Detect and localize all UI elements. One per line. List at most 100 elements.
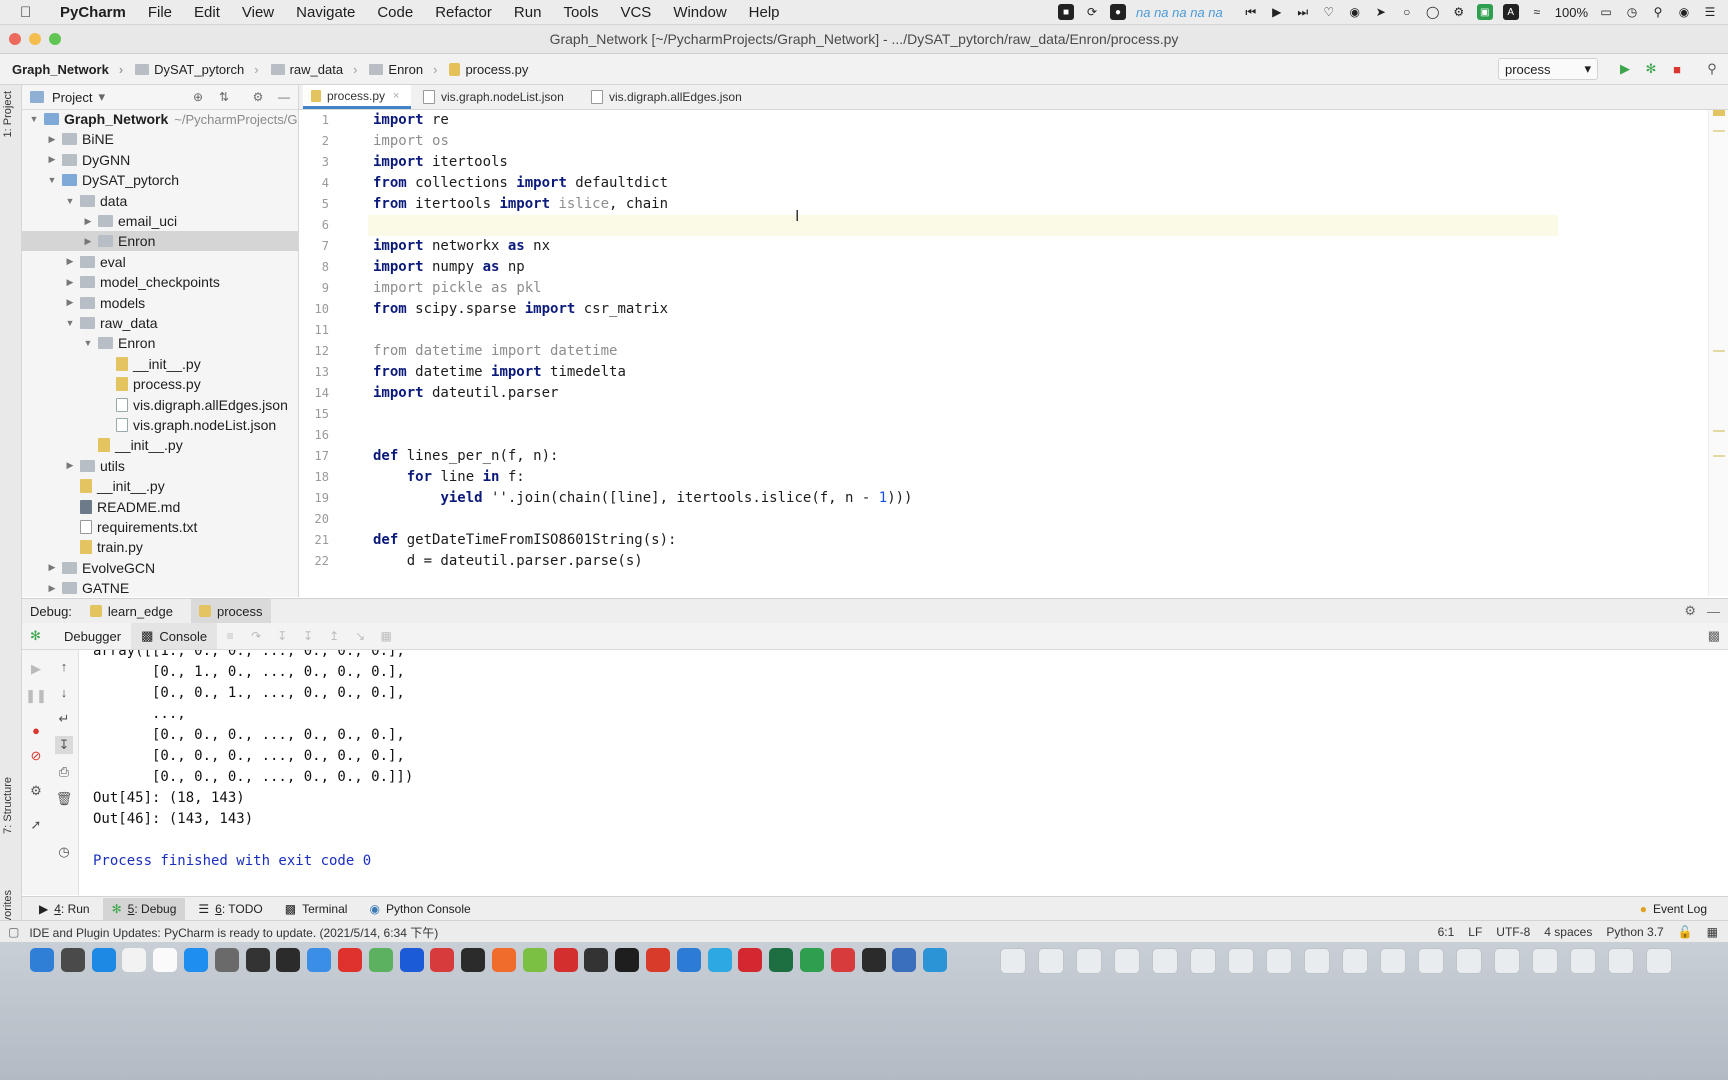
menu-refactor[interactable]: Refactor xyxy=(424,4,503,21)
view-breakpoints-icon[interactable]: ● xyxy=(27,721,45,739)
gear-icon[interactable]: ⚙ xyxy=(250,89,266,105)
rerun-debug-icon[interactable]: ✻ xyxy=(30,628,44,644)
qq-icon[interactable]: ◯ xyxy=(1425,4,1441,20)
collapsed-arrow-icon[interactable]: ▶ xyxy=(82,236,94,247)
dock-file-icon[interactable] xyxy=(1038,948,1064,974)
scroll-marker[interactable] xyxy=(1713,130,1725,132)
dock-file-icon[interactable] xyxy=(1494,948,1520,974)
editor-scrollbar[interactable] xyxy=(1708,110,1728,596)
tree-item[interactable]: README.md xyxy=(22,497,298,517)
collapsed-arrow-icon[interactable]: ▶ xyxy=(82,216,94,227)
tree-item[interactable]: ▼ Enron xyxy=(22,333,298,353)
resume-icon[interactable]: ▶ xyxy=(27,660,45,678)
prev-track-icon[interactable]: ⏮ xyxy=(1243,4,1259,20)
tool-tab-terminal[interactable]: ▩ Terminal xyxy=(276,898,357,920)
tree-item[interactable]: vis.digraph.allEdges.json xyxy=(22,395,298,415)
collapse-all-icon[interactable]: ⇅ xyxy=(216,89,232,105)
layout-icon[interactable]: ≡ xyxy=(223,629,237,643)
soft-wrap-icon[interactable]: ↵ xyxy=(55,710,73,728)
project-header-label[interactable]: Project xyxy=(52,90,92,105)
debug-tab-process[interactable]: process xyxy=(190,599,271,623)
dock-file-icon[interactable] xyxy=(1456,948,1482,974)
collapsed-arrow-icon[interactable]: ▶ xyxy=(46,562,58,573)
collapsed-arrow-icon[interactable]: ▶ xyxy=(64,297,76,308)
structure-tool-tab[interactable]: 7: Structure xyxy=(2,777,14,834)
send-icon[interactable]: ➤ xyxy=(1373,4,1389,20)
expanded-arrow-icon[interactable]: ▼ xyxy=(64,196,76,206)
inspection-indicator-icon[interactable] xyxy=(1713,110,1725,116)
dock-app-icon[interactable] xyxy=(892,948,917,972)
code-editor[interactable]: import re import os import itertools fro… xyxy=(368,110,1708,596)
expanded-arrow-icon[interactable]: ▼ xyxy=(46,175,58,185)
dock-app-icon[interactable] xyxy=(368,948,393,972)
status-message[interactable]: IDE and Plugin Updates: PyCharm is ready… xyxy=(29,924,438,941)
tree-item[interactable]: ▶ Enron xyxy=(22,231,298,252)
project-tool-tab[interactable]: 1: Project xyxy=(2,91,14,137)
tree-item[interactable]: ▶ eval xyxy=(22,252,298,272)
dock-app-icon[interactable] xyxy=(461,948,486,972)
tree-item[interactable]: __init__.py xyxy=(22,435,298,455)
next-track-icon[interactable]: ⏭ xyxy=(1295,4,1311,20)
tool-tab-debug[interactable]: ✻ 5: Debug xyxy=(102,898,186,920)
chevron-down-icon[interactable]: ▾ xyxy=(98,89,105,105)
lock-icon[interactable]: 🔓 xyxy=(1678,925,1693,939)
dock-file-icon[interactable] xyxy=(1304,948,1330,974)
dock-file-icon[interactable] xyxy=(1532,948,1558,974)
tree-item[interactable]: ▼ Graph_Network ~/PycharmProjects/Gr xyxy=(22,109,298,129)
dock-app-icon[interactable] xyxy=(492,948,516,972)
dock-app-icon[interactable] xyxy=(91,948,116,972)
wifi-icon[interactable]: ≈ xyxy=(1529,4,1545,20)
tab-debugger[interactable]: Debugger xyxy=(54,623,131,649)
menu-help[interactable]: Help xyxy=(738,4,791,21)
search-everywhere-icon[interactable]: ⚲ xyxy=(1704,61,1720,77)
dock-app-icon[interactable] xyxy=(707,948,732,972)
run-config-select[interactable]: process ▾ xyxy=(1498,58,1598,80)
gear-icon[interactable]: ⚙ xyxy=(1684,603,1696,619)
expanded-arrow-icon[interactable]: ▼ xyxy=(28,114,40,124)
dock-app-icon[interactable] xyxy=(830,948,855,972)
dock-app-icon[interactable] xyxy=(800,948,824,972)
dock-file-icon[interactable] xyxy=(1418,948,1444,974)
dock-app-icon[interactable] xyxy=(522,948,547,972)
menu-run[interactable]: Run xyxy=(503,4,553,21)
step-over-icon[interactable]: ↷ xyxy=(249,629,263,643)
tab-process-py[interactable]: process.py × xyxy=(303,85,411,109)
debug-console[interactable]: array([[1., 0., 0., ..., 0., 0., 0.], [0… xyxy=(79,650,1728,895)
file-encoding[interactable]: UTF-8 xyxy=(1496,925,1530,939)
expanded-arrow-icon[interactable]: ▼ xyxy=(82,338,94,348)
search-icon[interactable]: ⚲ xyxy=(1650,4,1666,20)
menu-vcs[interactable]: VCS xyxy=(609,4,662,21)
dock-app-icon[interactable] xyxy=(738,948,763,972)
dock-app-icon[interactable] xyxy=(769,948,794,972)
restore-layout-icon[interactable]: ▩ xyxy=(1708,628,1720,644)
menu-tools[interactable]: Tools xyxy=(552,4,609,21)
breadcrumb-root[interactable]: Graph_Network › xyxy=(12,62,123,77)
dock-file-icon[interactable] xyxy=(1608,948,1634,974)
tree-item[interactable]: ▼ data xyxy=(22,191,298,211)
clear-all-icon[interactable]: 🗑 xyxy=(55,790,73,808)
menu-navigate[interactable]: Navigate xyxy=(285,4,366,21)
dock-file-icon[interactable] xyxy=(1076,948,1102,974)
hide-panel-icon[interactable]: — xyxy=(276,89,292,105)
tree-item[interactable]: __init__.py xyxy=(22,476,298,496)
evaluate-icon[interactable]: ▦ xyxy=(379,629,393,643)
dock-file-icon[interactable] xyxy=(1380,948,1406,974)
dock-file-icon[interactable] xyxy=(1266,948,1292,974)
dock-file-icon[interactable] xyxy=(1342,948,1368,974)
heart-icon[interactable]: ♡ xyxy=(1321,4,1337,20)
expanded-arrow-icon[interactable]: ▼ xyxy=(64,318,76,328)
sync-icon[interactable]: ⟳ xyxy=(1084,4,1100,20)
tab-vis-graph-nodelist[interactable]: vis.graph.nodeList.json xyxy=(415,85,579,109)
collapsed-arrow-icon[interactable]: ▶ xyxy=(64,460,76,471)
play-icon[interactable]: ▶ xyxy=(1269,4,1285,20)
a-input-icon[interactable]: A xyxy=(1502,4,1519,20)
settings-icon[interactable]: ⚙ xyxy=(27,782,45,800)
toggle-tool-windows-icon[interactable]: ▢ xyxy=(8,925,19,939)
shortcut-icon[interactable]: ● xyxy=(1110,4,1126,20)
pin-icon[interactable]: ➚ xyxy=(27,816,45,834)
dock-app-icon[interactable] xyxy=(276,948,301,972)
breadcrumb-process-py[interactable]: process.py xyxy=(449,62,528,77)
collapsed-arrow-icon[interactable]: ▶ xyxy=(64,256,76,267)
dock-app-icon[interactable] xyxy=(122,948,147,972)
dock-file-icon[interactable] xyxy=(1000,948,1026,974)
